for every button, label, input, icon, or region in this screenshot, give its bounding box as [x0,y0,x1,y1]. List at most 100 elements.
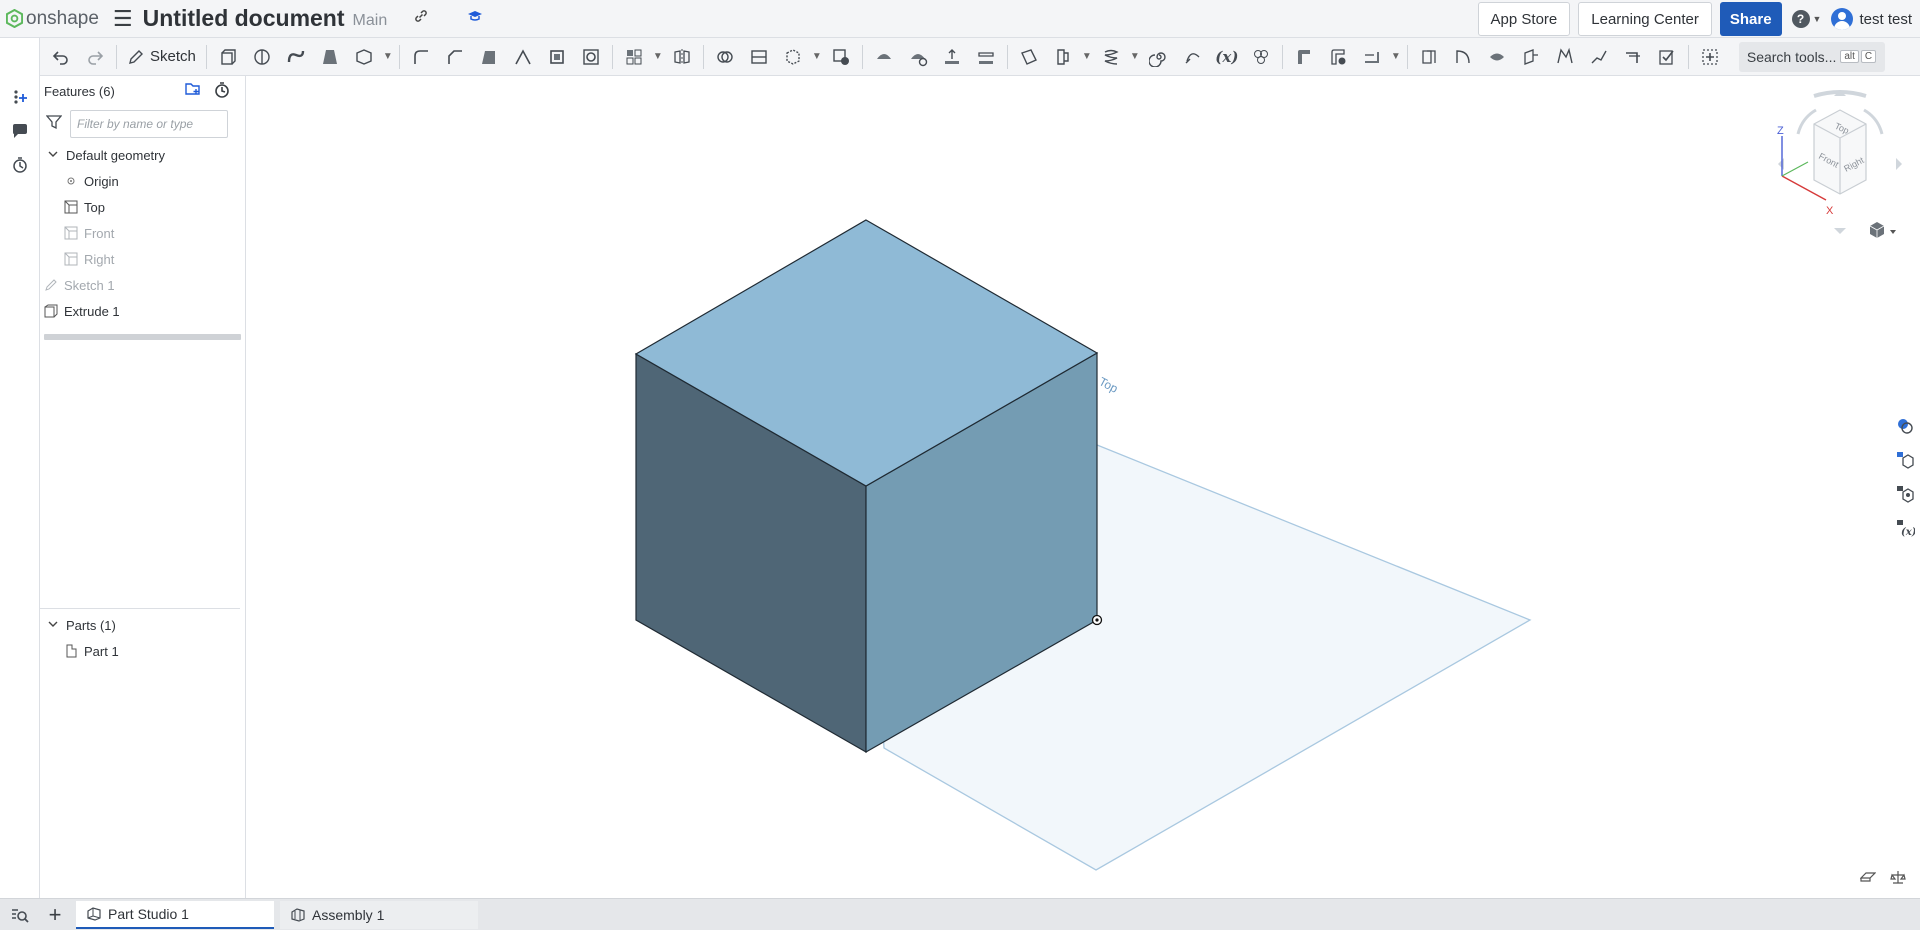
rib-icon[interactable] [511,45,535,69]
surface-offset-icon[interactable] [1417,45,1441,69]
add-custom-feature-icon[interactable] [1698,45,1722,69]
menu-icon[interactable]: ☰ [113,7,133,30]
filter-icon[interactable] [45,114,63,135]
history-icon[interactable] [0,148,40,182]
link-icon[interactable] [413,8,429,29]
chevron-down-icon[interactable]: ▼ [1390,45,1402,69]
fit-spline-icon[interactable] [1181,45,1205,69]
share-button[interactable]: Share [1719,2,1782,36]
chevron-down-icon[interactable]: ▼ [811,45,823,69]
arrow-left-icon[interactable] [1778,158,1784,170]
vertex-marker[interactable] [1091,614,1103,626]
graphics-viewport[interactable]: Top Top Front Right Z X (x) [246,76,1920,898]
mass-properties-icon[interactable] [1890,869,1906,888]
extrude-icon[interactable] [216,45,240,69]
filter-input[interactable]: Filter by name or type [70,110,228,138]
learning-cap-icon[interactable] [467,9,483,28]
feature-item-origin[interactable]: Origin [40,168,245,194]
sweep-icon[interactable] [284,45,308,69]
hole-icon[interactable] [579,45,603,69]
rollback-bar[interactable] [44,334,241,340]
redo-icon[interactable] [83,45,107,69]
cutlist-icon[interactable] [1655,45,1679,69]
feature-item-front[interactable]: Front [40,220,245,246]
split-icon[interactable] [747,45,771,69]
feature-item-right[interactable]: Right [40,246,245,272]
replace-face-icon[interactable] [974,45,998,69]
ruled-surface-icon[interactable] [1451,45,1475,69]
parts-group[interactable]: Parts (1) [40,612,240,638]
shell-icon[interactable] [545,45,569,69]
draft-icon[interactable] [477,45,501,69]
variables-panel-icon[interactable]: (x) [1890,514,1920,542]
branch-label[interactable]: Main [353,12,388,30]
sheet-metal-icon[interactable] [1292,45,1316,69]
view-cube[interactable]: Top Front Right Z X [1750,76,1920,246]
learning-center-button[interactable]: Learning Center [1578,2,1712,36]
chamfer-icon[interactable] [443,45,467,69]
comments-icon[interactable] [0,114,40,148]
move-face-icon[interactable] [940,45,964,69]
helix-icon[interactable] [1099,45,1123,69]
chevron-down-icon[interactable]: ▼ [382,45,394,69]
extend-icon[interactable] [1519,45,1543,69]
sheet-metal-end-icon[interactable] [1326,45,1350,69]
measure-icon[interactable] [1859,869,1877,888]
route-curve-icon[interactable] [1587,45,1611,69]
properties-icon[interactable] [1890,480,1920,508]
variable-icon[interactable]: (x) [1215,45,1239,69]
feature-item-extrude-1[interactable]: Extrude 1 [40,298,245,324]
undo-icon[interactable] [49,45,73,69]
mirror-icon[interactable] [670,45,694,69]
arrow-down-icon[interactable] [1834,228,1846,234]
boolean-icon[interactable] [713,45,737,69]
arrow-right-icon[interactable] [1896,158,1902,170]
help-menu[interactable]: ? ▼ [1791,10,1821,28]
boundary-surface-icon[interactable] [1553,45,1577,69]
pattern-icon[interactable] [622,45,646,69]
mate-connector-icon[interactable] [1051,45,1075,69]
chevron-down-icon[interactable] [48,619,60,632]
part-item[interactable]: Part 1 [40,638,240,664]
tab-manager-icon[interactable] [0,899,40,930]
chevron-down-icon[interactable]: ▼ [652,45,664,69]
view-options-icon[interactable] [1869,222,1896,238]
add-folder-icon[interactable] [185,81,203,102]
thicken-icon[interactable] [352,45,376,69]
revolve-icon[interactable] [250,45,274,69]
fillet-icon[interactable] [409,45,433,69]
chevron-down-icon[interactable]: ▼ [1129,45,1141,69]
transform-icon[interactable] [781,45,805,69]
loft-icon[interactable] [318,45,342,69]
spiral-icon[interactable] [1147,45,1171,69]
appearance-icon[interactable] [1890,412,1920,440]
feature-item-sketch-1[interactable]: Sketch 1 [40,272,245,298]
modify-fillet-icon[interactable] [872,45,896,69]
sketch-button[interactable]: Sketch [127,48,196,66]
app-store-button[interactable]: App Store [1477,2,1571,36]
add-tab-button[interactable]: + [40,899,70,930]
frame-icon[interactable] [1621,45,1645,69]
search-tools-input[interactable]: Search tools... alt C [1738,41,1885,72]
rollback-timer-icon[interactable] [213,81,231,102]
derived-icon[interactable] [1249,45,1273,69]
toolbar-divider [1687,44,1689,69]
fill-icon[interactable] [1485,45,1509,69]
feature-item-top[interactable]: Top [40,194,245,220]
chevron-down-icon[interactable]: ▼ [1081,45,1093,69]
insert-mate-icon[interactable] [0,80,40,114]
document-title[interactable]: Untitled document [143,5,345,32]
username[interactable]: test test [1859,11,1912,28]
tab-part-studio-1[interactable]: Part Studio 1 [76,900,274,929]
default-geometry-group[interactable]: Default geometry [40,142,245,168]
tab-assembly-1[interactable]: Assembly 1 [280,900,478,929]
plane-icon[interactable] [1017,45,1041,69]
flange-icon[interactable] [1360,45,1384,69]
viewport-bottom-icons [1859,869,1906,888]
configurations-icon[interactable] [1890,446,1920,474]
delete-part-icon[interactable] [829,45,853,69]
chevron-down-icon[interactable] [48,149,60,162]
onshape-logo[interactable]: onshape [6,8,99,30]
avatar[interactable] [1831,8,1854,30]
delete-face-icon[interactable] [906,45,930,69]
